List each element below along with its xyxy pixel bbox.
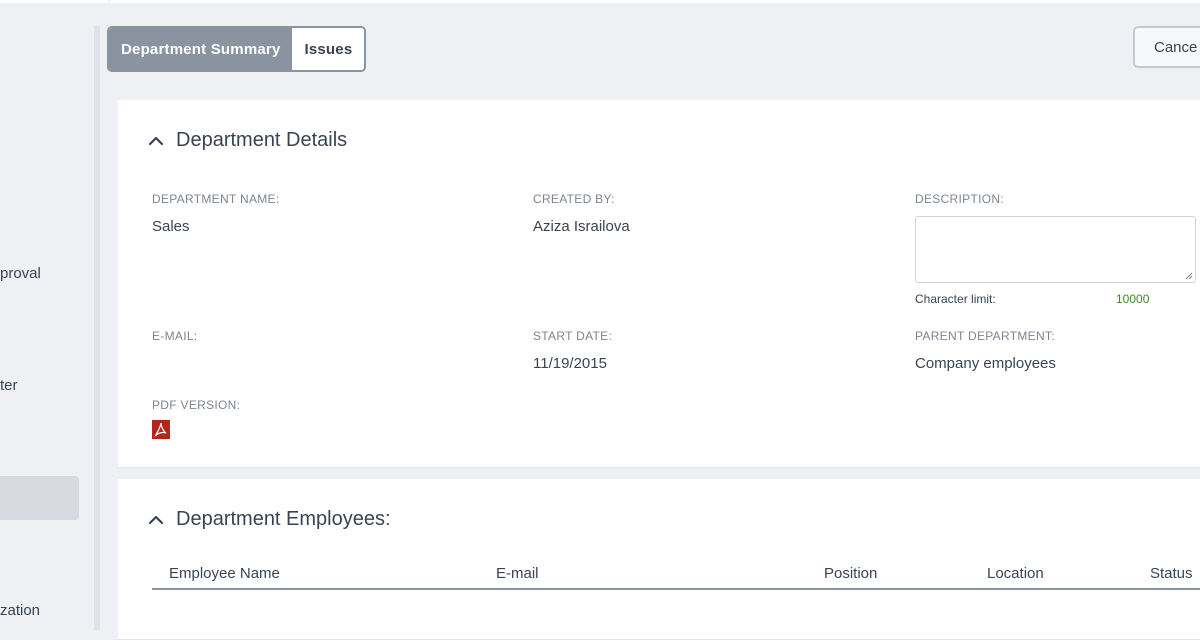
section-title: Department Employees:: [176, 508, 391, 530]
resize-grip-icon[interactable]: [1185, 272, 1193, 280]
description-textarea[interactable]: [915, 216, 1196, 283]
top-strip: [110, 0, 1200, 3]
chevron-up-icon[interactable]: [148, 512, 164, 528]
column-status[interactable]: Status: [1150, 565, 1193, 582]
pdf-version-label: PDF VERSION:: [152, 398, 241, 412]
created-by-value: Aziza Israilova: [533, 218, 630, 235]
department-name-value: Sales: [152, 218, 190, 235]
column-email[interactable]: E-mail: [496, 565, 539, 582]
tab-department-summary[interactable]: Department Summary: [109, 28, 293, 70]
created-by-label: CREATED BY:: [533, 192, 615, 206]
department-employees-header[interactable]: Department Employees:: [148, 508, 391, 531]
sidebar: proval ter zation: [0, 0, 108, 630]
character-limit-value: 10000: [1116, 292, 1150, 306]
email-label: E-MAIL:: [152, 329, 198, 343]
column-employee-name[interactable]: Employee Name: [169, 565, 280, 582]
employees-table-header: Employee Name E-mail Position Location S…: [152, 565, 1200, 590]
column-location[interactable]: Location: [987, 565, 1044, 582]
tab-bar: Department Summary Issues: [107, 26, 367, 72]
description-label: DESCRIPTION:: [915, 192, 1004, 206]
department-employees-card: Department Employees: Employee Name E-ma…: [118, 479, 1200, 640]
start-date-value: 11/19/2015: [533, 355, 607, 372]
chevron-up-icon[interactable]: [148, 133, 164, 149]
column-position[interactable]: Position: [824, 565, 877, 582]
parent-department-label: PARENT DEPARTMENT:: [915, 329, 1055, 343]
sidebar-item-organization[interactable]: zation: [0, 602, 40, 619]
character-limit-label: Character limit:: [915, 292, 996, 306]
sidebar-item-approval[interactable]: proval: [0, 265, 41, 282]
sidebar-scrollbar[interactable]: [94, 26, 100, 630]
department-name-label: DEPARTMENT NAME:: [152, 192, 280, 206]
section-title: Department Details: [176, 129, 348, 151]
parent-department-value: Company employees: [915, 355, 1056, 372]
sidebar-item-active[interactable]: [0, 476, 79, 520]
department-details-header[interactable]: Department Details: [148, 129, 347, 152]
start-date-label: START DATE:: [533, 329, 613, 343]
tab-issues[interactable]: Issues: [292, 28, 365, 70]
pdf-icon[interactable]: [152, 420, 170, 439]
cancel-button[interactable]: Cance: [1133, 26, 1200, 68]
sidebar-item-center[interactable]: ter: [0, 377, 18, 394]
department-details-card: Department Details DEPARTMENT NAME: Sale…: [118, 100, 1200, 468]
sidebar-top-strip: [0, 0, 108, 3]
